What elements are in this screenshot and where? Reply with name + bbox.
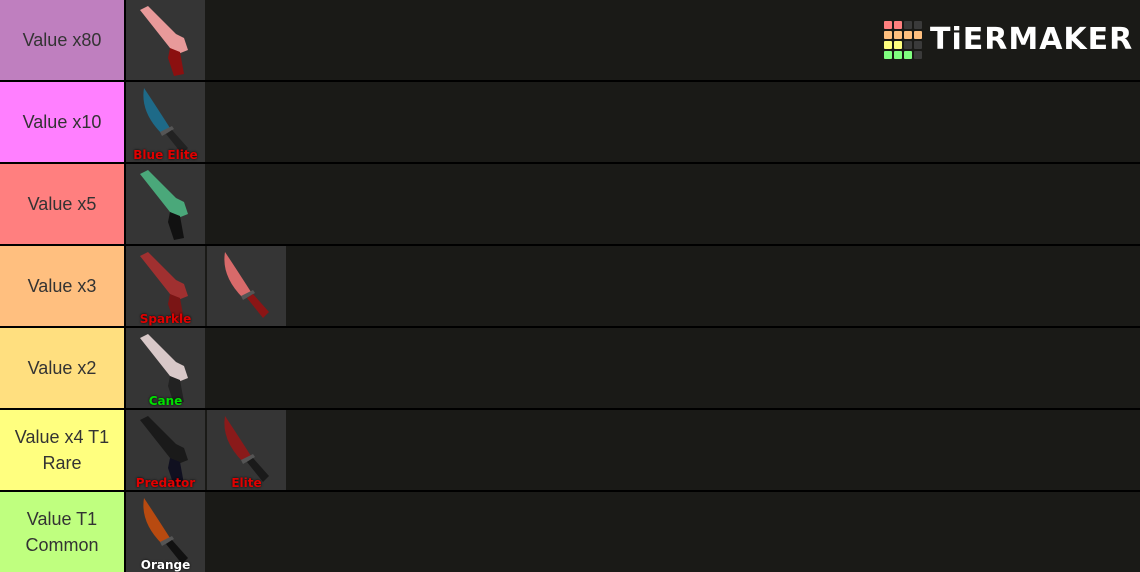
tier-row: Value x10 Blue Elite bbox=[0, 82, 1140, 162]
tier-row: Value T1 Common Orange bbox=[0, 492, 1140, 572]
tier-item-green-blue-revolver[interactable] bbox=[126, 164, 205, 244]
tier-row: Value x5 bbox=[0, 164, 1140, 244]
item-caption: Elite bbox=[231, 476, 262, 490]
tier-label[interactable]: Value x3 bbox=[0, 246, 124, 326]
logo-grid-cell bbox=[914, 51, 922, 59]
tier-item-red-knife[interactable]: Elite bbox=[207, 410, 286, 490]
item-caption: Sparkle bbox=[139, 312, 192, 326]
logo-grid-cell bbox=[884, 41, 892, 49]
tier-label[interactable]: Value x80 bbox=[0, 0, 124, 80]
logo-grid-cell bbox=[894, 21, 902, 29]
logo-grid-icon bbox=[884, 21, 922, 59]
tier-row: Value x3 Sparkle bbox=[0, 246, 1140, 326]
tier-item-pink-revolver[interactable] bbox=[126, 0, 205, 80]
tier-label[interactable]: Value x2 bbox=[0, 328, 124, 408]
logo-grid-cell bbox=[904, 41, 912, 49]
logo-grid-cell bbox=[914, 21, 922, 29]
tier-item-black-revolver[interactable]: Predator bbox=[126, 410, 205, 490]
tier-item-cane-revolver[interactable]: Cane bbox=[126, 328, 205, 408]
tier-item-candy-knife[interactable] bbox=[207, 246, 286, 326]
logo-grid-cell bbox=[884, 51, 892, 59]
tier-row: Value x2 Cane bbox=[0, 328, 1140, 408]
logo-grid-cell bbox=[904, 21, 912, 29]
tier-row: Value x4 T1 Rare Predator Elite bbox=[0, 410, 1140, 490]
logo-text: TiERMAKER bbox=[930, 22, 1134, 57]
logo-grid-cell bbox=[914, 41, 922, 49]
tier-items: Predator Elite bbox=[126, 410, 1140, 490]
item-caption: Cane bbox=[148, 394, 183, 408]
tier-items: Orange bbox=[126, 492, 1140, 572]
item-caption: Orange bbox=[140, 558, 191, 572]
revolver-icon bbox=[140, 6, 188, 76]
logo-grid-cell bbox=[884, 31, 892, 39]
item-caption: Predator bbox=[135, 476, 196, 490]
tier-label[interactable]: Value x4 T1 Rare bbox=[0, 410, 124, 490]
logo-grid-cell bbox=[894, 41, 902, 49]
tier-items: Cane bbox=[126, 328, 1140, 408]
item-caption: Blue Elite bbox=[133, 148, 198, 162]
knife-icon bbox=[224, 252, 269, 318]
tier-item-red-revolver[interactable]: Sparkle bbox=[126, 246, 205, 326]
revolver-icon bbox=[140, 170, 188, 240]
tier-items: Blue Elite bbox=[126, 82, 1140, 162]
logo-grid-cell bbox=[904, 51, 912, 59]
tier-label[interactable]: Value T1 Common bbox=[0, 492, 124, 572]
logo-grid-cell bbox=[904, 31, 912, 39]
tier-label[interactable]: Value x5 bbox=[0, 164, 124, 244]
logo-grid-cell bbox=[914, 31, 922, 39]
logo-grid-cell bbox=[894, 31, 902, 39]
tier-items bbox=[126, 164, 1140, 244]
logo-grid-cell bbox=[884, 21, 892, 29]
tier-item-blue-knife[interactable]: Blue Elite bbox=[126, 82, 205, 162]
tiermaker-logo[interactable]: TiERMAKER bbox=[884, 20, 1133, 60]
logo-grid-cell bbox=[894, 51, 902, 59]
tier-items: Sparkle bbox=[126, 246, 1140, 326]
tier-label[interactable]: Value x10 bbox=[0, 82, 124, 162]
tier-item-orange-knife[interactable]: Orange bbox=[126, 492, 205, 572]
